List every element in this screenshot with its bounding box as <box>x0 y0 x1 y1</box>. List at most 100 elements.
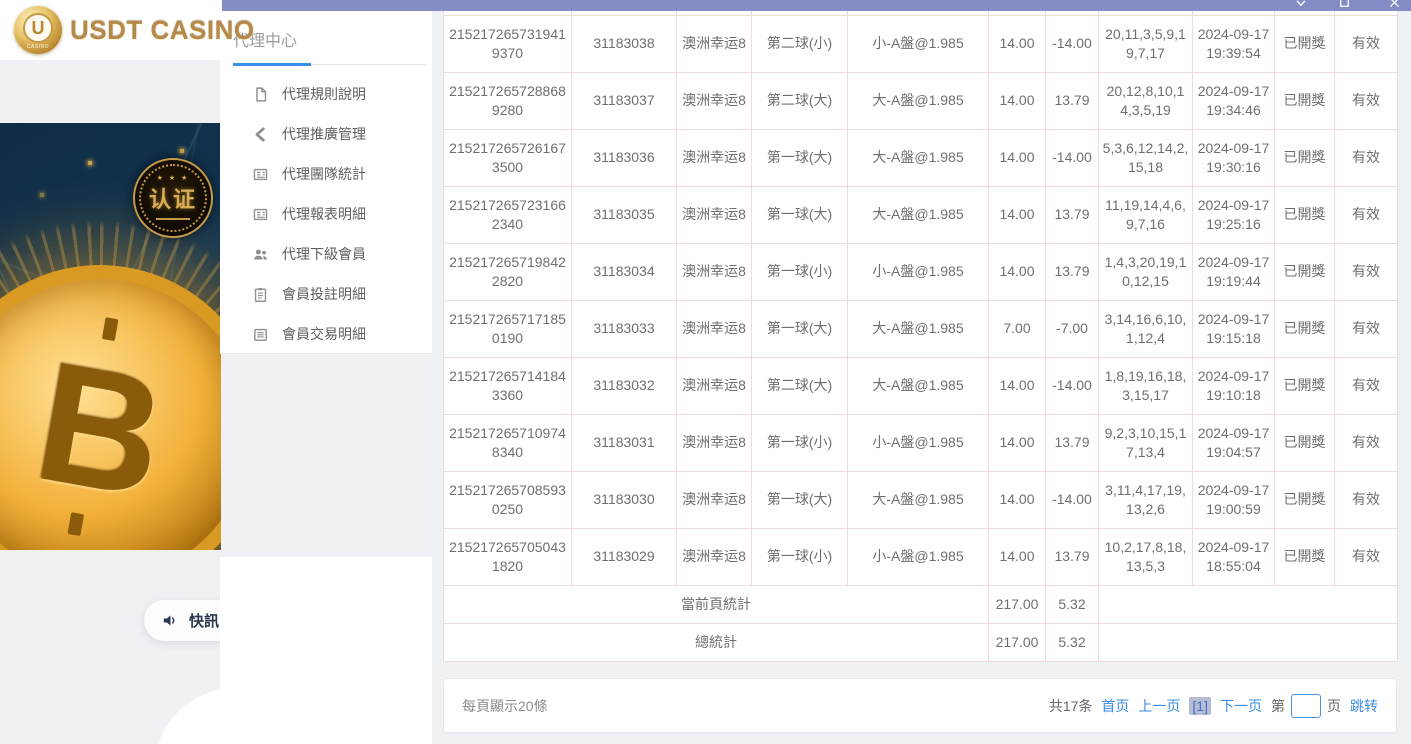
bet-records-table: 215217265731941937031183038澳洲幸运8第二球(小)小-… <box>443 11 1397 662</box>
cell-content: 大-A盤@1.985 <box>848 357 989 414</box>
cell-content: 小-A盤@1.985 <box>848 15 989 72</box>
cell-profit: -7.00 <box>1046 300 1099 357</box>
cell-time: 2024-09-17 19:19:44 <box>1193 243 1275 300</box>
sidebar-menu: 代理規則說明 代理推廣管理 代理團隊統計 代理報表明細 代理下級會員 會員投註明… <box>220 74 432 354</box>
ticker-label: 快訊: <box>189 610 224 631</box>
total-summary-profit: 5.32 <box>1046 623 1099 661</box>
table-row: 215217265723166234031183035澳洲幸运8第一球(大)大-… <box>444 186 1398 243</box>
cell-period: 31183031 <box>572 414 677 471</box>
i-list-icon <box>252 326 269 343</box>
table-row: 215217265705043182031183029澳洲幸运8第一球(小)小-… <box>444 528 1398 585</box>
page-summary-profit: 5.32 <box>1046 585 1099 623</box>
cell-result: 3,11,4,17,19,13,2,6 <box>1099 471 1193 528</box>
cell-time: 2024-09-17 19:39:54 <box>1193 15 1275 72</box>
cell-game: 澳洲幸运8 <box>677 129 752 186</box>
first-page-link[interactable]: 首页 <box>1101 696 1129 716</box>
cell-play: 第一球(大) <box>752 471 848 528</box>
cell-valid: 有效 <box>1335 357 1398 414</box>
caret-down-icon[interactable] <box>1294 0 1308 10</box>
cell-status: 已開獎 <box>1275 129 1335 186</box>
page-summary-amount: 217.00 <box>989 585 1046 623</box>
cell-status: 已開獎 <box>1275 243 1335 300</box>
table-row: 215217265714184336031183032澳洲幸运8第二球(大)大-… <box>444 357 1398 414</box>
total-summary-amount: 217.00 <box>989 623 1046 661</box>
cell-status: 已開獎 <box>1275 414 1335 471</box>
cell-game: 澳洲幸运8 <box>677 357 752 414</box>
sidebar-item[interactable]: 會員投註明細 <box>220 274 432 314</box>
table-row: 215217265728868928031183037澳洲幸运8第二球(大)大-… <box>444 72 1398 129</box>
cell-amount: 14.00 <box>989 129 1046 186</box>
page-size-label: 每頁顯示20條 <box>462 696 548 716</box>
cell-period: 31183034 <box>572 243 677 300</box>
jump-action-link[interactable]: 跳转 <box>1350 696 1378 716</box>
cell-game: 澳洲幸运8 <box>677 300 752 357</box>
cell-order-id: 2152172657198422820 <box>444 243 572 300</box>
sidebar-item[interactable]: 代理報表明細 <box>220 194 432 234</box>
cell-amount: 14.00 <box>989 414 1046 471</box>
cell-profit: 13.79 <box>1046 414 1099 471</box>
sidebar-item[interactable]: 代理團隊統計 <box>220 154 432 194</box>
brand-coin-icon: U CASINO <box>14 6 62 54</box>
cell-profit: 13.79 <box>1046 72 1099 129</box>
i-users-icon <box>252 246 269 263</box>
cell-time: 2024-09-17 18:55:04 <box>1193 528 1275 585</box>
current-page-indicator[interactable]: [1] <box>1189 697 1211 715</box>
cell-status: 已開獎 <box>1275 471 1335 528</box>
total-summary-label: 總統計 <box>444 623 989 661</box>
window-title-bar <box>222 0 1411 11</box>
brand-coin-mini-text: CASINO <box>14 44 62 50</box>
sidebar-item[interactable]: 代理推廣管理 <box>220 114 432 154</box>
cell-period: 31183032 <box>572 357 677 414</box>
badge-line <box>156 218 190 220</box>
cell-time: 2024-09-17 19:30:16 <box>1193 129 1275 186</box>
cell-status: 已開獎 <box>1275 357 1335 414</box>
table-row: 215217265708593025031183030澳洲幸运8第一球(大)大-… <box>444 471 1398 528</box>
cell-amount: 7.00 <box>989 300 1046 357</box>
sidebar-item[interactable]: 代理下級會員 <box>220 234 432 274</box>
cell-play: 第一球(大) <box>752 300 848 357</box>
cell-period: 31183029 <box>572 528 677 585</box>
table-row: 215217265731941937031183038澳洲幸运8第二球(小)小-… <box>444 15 1398 72</box>
jump-prefix-label: 第 <box>1271 696 1285 716</box>
cell-play: 第一球(小) <box>752 243 848 300</box>
cell-play: 第一球(小) <box>752 414 848 471</box>
sidebar-item[interactable]: 代理規則說明 <box>220 74 432 114</box>
total-summary-row: 總統計 217.00 5.32 <box>444 623 1398 661</box>
jump-page-input[interactable] <box>1291 694 1321 718</box>
decor-dot <box>40 193 44 197</box>
cell-result: 20,12,8,10,14,3,5,19 <box>1099 72 1193 129</box>
sidebar-item-label: 代理團隊統計 <box>282 164 366 184</box>
agent-sidebar: 代理中心 代理規則說明 代理推廣管理 代理團隊統計 代理報表明細 代理下級會員 … <box>220 11 432 354</box>
close-icon[interactable] <box>1388 0 1401 9</box>
total-count-label: 共17条 <box>1049 696 1093 716</box>
cell-amount: 14.00 <box>989 186 1046 243</box>
cell-game: 澳洲幸运8 <box>677 15 752 72</box>
cell-valid: 有效 <box>1335 15 1398 72</box>
cell-order-id: 2152172657261673500 <box>444 129 572 186</box>
cell-result: 5,3,6,12,14,2,15,18 <box>1099 129 1193 186</box>
bitcoin-b-symbol: B <box>23 323 178 537</box>
cell-amount: 14.00 <box>989 471 1046 528</box>
next-page-link[interactable]: 下一页 <box>1220 696 1262 716</box>
cell-status: 已開獎 <box>1275 528 1335 585</box>
cell-amount: 14.00 <box>989 528 1046 585</box>
cell-status: 已開獎 <box>1275 300 1335 357</box>
cell-result: 10,2,17,8,18,13,5,3 <box>1099 528 1193 585</box>
cell-period: 31183033 <box>572 300 677 357</box>
prev-page-link[interactable]: 上一页 <box>1138 696 1180 716</box>
cell-result: 11,19,14,4,6,9,7,16 <box>1099 186 1193 243</box>
brand-logo[interactable]: U CASINO USDT CASINO <box>0 0 222 60</box>
cell-status: 已開獎 <box>1275 72 1335 129</box>
cell-content: 大-A盤@1.985 <box>848 300 989 357</box>
maximize-icon[interactable] <box>1338 0 1351 9</box>
sidebar-item-label: 會員交易明細 <box>282 324 366 344</box>
cell-result: 1,4,3,20,19,10,12,15 <box>1099 243 1193 300</box>
brand-name: USDT CASINO <box>70 15 255 46</box>
sidebar-item-label: 代理規則說明 <box>282 84 366 104</box>
cell-order-id: 2152172657141843360 <box>444 357 572 414</box>
cell-game: 澳洲幸运8 <box>677 72 752 129</box>
cell-time: 2024-09-17 19:15:18 <box>1193 300 1275 357</box>
cell-play: 第一球(大) <box>752 186 848 243</box>
cell-play: 第二球(大) <box>752 357 848 414</box>
sidebar-item[interactable]: 會員交易明細 <box>220 314 432 354</box>
